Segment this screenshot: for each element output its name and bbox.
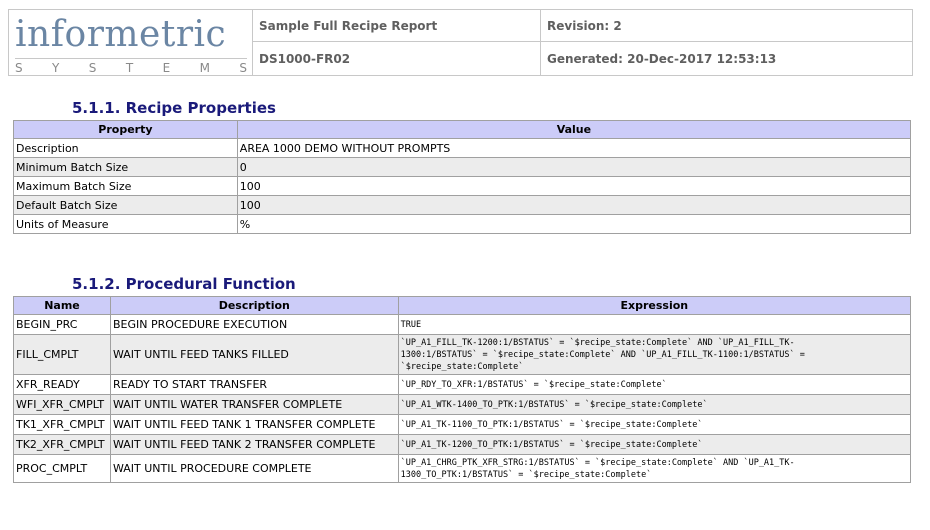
- table-row: BEGIN_PRC BEGIN PROCEDURE EXECUTION TRUE: [13, 314, 912, 335]
- logo-letter: T: [125, 61, 134, 75]
- function-name: XFR_READY: [13, 374, 111, 395]
- section-title-procedural-function: 5.1.2. Procedural Function: [72, 275, 296, 293]
- expression-line: `$recipe_state:Complete`: [400, 361, 524, 372]
- logo-letter: M: [199, 61, 210, 75]
- property-value: 0: [236, 157, 912, 177]
- expression-line: `UP_A1_FILL_TK-1200:1/BSTATUS` = `$recip…: [400, 337, 795, 348]
- table-row: Minimum Batch Size 0: [13, 157, 912, 177]
- expression-line: 1300_TO_PTK:1/BSTATUS` = `$recipe_state:…: [400, 469, 652, 480]
- logo-letter: S: [88, 61, 97, 75]
- property-value: AREA 1000 DEMO WITHOUT PROMPTS: [236, 138, 912, 158]
- function-name: BEGIN_PRC: [13, 314, 111, 335]
- report-header: informetric S Y S T E M S Sample Full Re…: [8, 9, 913, 76]
- table-row: PROC_CMPLT WAIT UNTIL PROCEDURE COMPLETE…: [13, 454, 912, 483]
- function-expression: `UP_A1_TK-1100_TO_PTK:1/BSTATUS` = `$rec…: [397, 414, 912, 435]
- function-description: WAIT UNTIL FEED TANK 1 TRANSFER COMPLETE: [109, 414, 399, 435]
- property-value: 100: [236, 195, 912, 215]
- logo-letter: E: [162, 61, 171, 75]
- table-header-row: Name Description Expression: [13, 296, 912, 315]
- table-row: TK2_XFR_CMPLT WAIT UNTIL FEED TANK 2 TRA…: [13, 434, 912, 455]
- function-expression: `UP_RDY_TO_XFR:1/BSTATUS` = `$recipe_sta…: [397, 374, 912, 395]
- recipe-properties-table: Property Value Description AREA 1000 DEM…: [13, 120, 912, 234]
- column-header-expression: Expression: [397, 296, 912, 315]
- expression-line: 1300:1/BSTATUS` = `$recipe_state:Complet…: [400, 349, 805, 360]
- table-row: WFI_XFR_CMPLT WAIT UNTIL WATER TRANSFER …: [13, 394, 912, 415]
- function-description: READY TO START TRANSFER: [109, 374, 399, 395]
- property-name: Default Batch Size: [13, 195, 238, 215]
- column-header-name: Name: [13, 296, 111, 315]
- function-description: WAIT UNTIL FEED TANK 2 TRANSFER COMPLETE: [109, 434, 399, 455]
- table-row: Description AREA 1000 DEMO WITHOUT PROMP…: [13, 138, 912, 158]
- table-row: Maximum Batch Size 100: [13, 176, 912, 196]
- procedural-function-table: Name Description Expression BEGIN_PRC BE…: [13, 296, 912, 483]
- property-value: %: [236, 214, 912, 234]
- generated-timestamp: Generated: 20-Dec-2017 12:53:13: [547, 51, 777, 66]
- table-header-row: Property Value: [13, 120, 912, 139]
- function-name: WFI_XFR_CMPLT: [13, 394, 111, 415]
- table-row: Default Batch Size 100: [13, 195, 912, 215]
- report-title: Sample Full Recipe Report: [259, 18, 438, 33]
- function-expression: `UP_A1_FILL_TK-1200:1/BSTATUS` = `$recip…: [397, 334, 912, 375]
- table-row: Units of Measure %: [13, 214, 912, 234]
- function-name: PROC_CMPLT: [13, 454, 111, 483]
- column-header-description: Description: [109, 296, 399, 315]
- section-title-recipe-properties: 5.1.1. Recipe Properties: [72, 99, 276, 117]
- logo-letter: S: [15, 61, 23, 75]
- logo-letter: Y: [52, 61, 60, 75]
- function-expression: `UP_A1_TK-1200_TO_PTK:1/BSTATUS` = `$rec…: [397, 434, 912, 455]
- function-name: TK1_XFR_CMPLT: [13, 414, 111, 435]
- logo-wordmark: informetric: [15, 14, 227, 55]
- property-name: Maximum Batch Size: [13, 176, 238, 196]
- table-row: XFR_READY READY TO START TRANSFER `UP_RD…: [13, 374, 912, 395]
- property-name: Description: [13, 138, 238, 158]
- logo-letter: S: [239, 61, 247, 75]
- function-name: TK2_XFR_CMPLT: [13, 434, 111, 455]
- revision-label: Revision: 2: [547, 18, 622, 33]
- column-header-value: Value: [236, 120, 912, 139]
- function-name: FILL_CMPLT: [13, 334, 111, 375]
- function-description: WAIT UNTIL WATER TRANSFER COMPLETE: [109, 394, 399, 415]
- table-row: FILL_CMPLT WAIT UNTIL FEED TANKS FILLED …: [13, 334, 912, 375]
- function-description: WAIT UNTIL PROCEDURE COMPLETE: [109, 454, 399, 483]
- logo-divider: [15, 58, 247, 59]
- logo-subtitle: S Y S T E M S: [15, 61, 247, 75]
- function-expression: `UP_A1_CHRG_PTK_XFR_STRG:1/BSTATUS` = `$…: [397, 454, 912, 483]
- function-description: WAIT UNTIL FEED TANKS FILLED: [109, 334, 399, 375]
- document-id: DS1000-FR02: [259, 51, 351, 66]
- company-logo: informetric S Y S T E M S: [9, 10, 253, 75]
- column-header-property: Property: [13, 120, 238, 139]
- expression-line: `UP_A1_CHRG_PTK_XFR_STRG:1/BSTATUS` = `$…: [400, 457, 795, 468]
- property-name: Minimum Batch Size: [13, 157, 238, 177]
- property-name: Units of Measure: [13, 214, 238, 234]
- table-row: TK1_XFR_CMPLT WAIT UNTIL FEED TANK 1 TRA…: [13, 414, 912, 435]
- property-value: 100: [236, 176, 912, 196]
- function-description: BEGIN PROCEDURE EXECUTION: [109, 314, 399, 335]
- function-expression: TRUE: [397, 314, 912, 335]
- function-expression: `UP_A1_WTK-1400_TO_PTK:1/BSTATUS` = `$re…: [397, 394, 912, 415]
